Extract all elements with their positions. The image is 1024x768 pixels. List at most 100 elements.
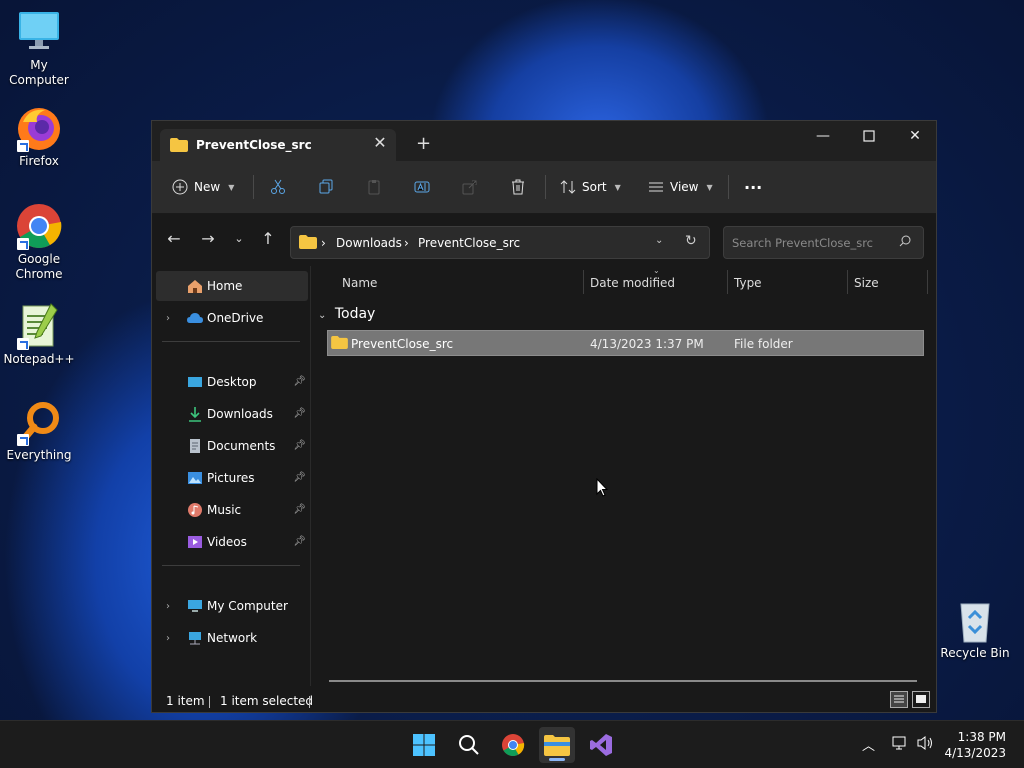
- chevron-down-icon: ⌄: [318, 310, 327, 321]
- desktop-icon-notepadpp[interactable]: Notepad++: [1, 302, 77, 367]
- share-button[interactable]: [462, 173, 478, 201]
- mouse-cursor-icon: [596, 477, 609, 501]
- view-icon: [649, 182, 663, 192]
- view-label: View: [670, 180, 699, 194]
- start-icon[interactable]: [406, 727, 442, 763]
- column-header-date-modified[interactable]: Date modified: [590, 276, 675, 290]
- nav-item-music[interactable]: Music 📌︎: [156, 495, 308, 525]
- new-button[interactable]: New ▼: [172, 173, 234, 201]
- pane-splitter[interactable]: [310, 266, 311, 686]
- file-explorer-window[interactable]: PreventClose_src ✕ + — ✕ New ▼ Sort ▼ Vi…: [151, 120, 937, 713]
- view-button[interactable]: View ▼: [648, 173, 713, 201]
- sort-button[interactable]: Sort ▼: [560, 173, 621, 201]
- search-icon[interactable]: [451, 727, 487, 763]
- rename-button[interactable]: [414, 173, 430, 201]
- column-header-type[interactable]: Type: [734, 276, 762, 290]
- search-input[interactable]: Search PreventClose_src: [723, 226, 924, 259]
- nav-item-pictures[interactable]: Pictures 📌︎: [156, 463, 308, 493]
- chevron-down-icon: ▼: [614, 182, 621, 192]
- column-divider[interactable]: [927, 270, 928, 294]
- desktop-icon-firefox[interactable]: Firefox: [1, 104, 77, 169]
- pin-icon[interactable]: 📌︎: [293, 504, 306, 515]
- search-icon: [899, 235, 911, 250]
- maximize-icon[interactable]: [846, 121, 892, 153]
- file-date: 4/13/2023 1:37 PM: [590, 337, 704, 351]
- close-window-icon[interactable]: ✕: [892, 121, 938, 153]
- divider: [545, 175, 546, 199]
- minimize-icon[interactable]: —: [800, 121, 846, 153]
- close-tab-icon[interactable]: ✕: [372, 135, 388, 151]
- column-divider[interactable]: [583, 270, 584, 294]
- nav-item-documents[interactable]: Documents 📌︎: [156, 431, 308, 461]
- tab-preventclose-src[interactable]: PreventClose_src ✕: [160, 129, 396, 161]
- show-hidden-icons-chevron-icon[interactable]: ︿: [862, 735, 875, 754]
- group-header-today[interactable]: ⌄ Today: [318, 306, 375, 322]
- table-row[interactable]: PreventClose_src 4/13/2023 1:37 PM File …: [327, 330, 924, 356]
- nav-item-network[interactable]: › Network: [156, 623, 308, 653]
- nav-label: Desktop: [207, 375, 257, 389]
- nav-item-desktop[interactable]: Desktop 📌︎: [156, 367, 308, 397]
- breadcrumb-downloads[interactable]: Downloads: [336, 236, 402, 250]
- new-tab-button[interactable]: +: [416, 135, 431, 153]
- pin-icon[interactable]: 📌︎: [293, 408, 306, 419]
- details-view-icon[interactable]: [890, 691, 908, 708]
- pin-icon[interactable]: 📌︎: [293, 472, 306, 483]
- chevron-right-icon[interactable]: ›: [166, 633, 170, 644]
- nav-item-my-computer[interactable]: › My Computer: [156, 591, 308, 621]
- desktop-icon-my-computer[interactable]: My Computer: [1, 8, 77, 88]
- desktop-icon-recycle-bin[interactable]: Recycle Bin: [937, 596, 1013, 661]
- nav-item-onedrive[interactable]: › OneDrive: [156, 303, 308, 333]
- copy-button[interactable]: [318, 173, 334, 201]
- copy-icon: [319, 179, 333, 194]
- cut-button[interactable]: [270, 173, 286, 201]
- document-icon: [187, 438, 203, 454]
- sort-label: Sort: [582, 180, 607, 194]
- more-options-button[interactable]: ···: [744, 173, 762, 201]
- chevron-right-icon[interactable]: ›: [166, 313, 170, 324]
- volume-icon[interactable]: [916, 735, 934, 755]
- system-clock[interactable]: 1:38 PM 4/13/2023: [944, 729, 1006, 761]
- desktop-icon-chrome[interactable]: Google Chrome: [1, 202, 77, 282]
- nav-item-videos[interactable]: Videos 📌︎: [156, 527, 308, 557]
- pin-icon[interactable]: 📌︎: [293, 536, 306, 547]
- firefox-icon: [15, 104, 63, 152]
- up-arrow-icon[interactable]: ↑: [258, 230, 278, 250]
- horizontal-scrollbar[interactable]: [329, 680, 917, 682]
- chevron-right-icon[interactable]: ›: [166, 601, 170, 612]
- nav-item-home[interactable]: Home: [156, 271, 308, 301]
- network-status-icon[interactable]: [892, 735, 908, 755]
- desktop-icon-label: Firefox: [19, 154, 59, 168]
- clock-time: 1:38 PM: [957, 730, 1006, 744]
- address-dropdown-chevron-icon[interactable]: ⌄: [655, 235, 663, 246]
- visual-studio-icon[interactable]: [583, 727, 619, 763]
- paste-button[interactable]: [366, 173, 382, 201]
- nav-item-downloads[interactable]: Downloads 📌︎: [156, 399, 308, 429]
- search-placeholder: Search PreventClose_src: [732, 236, 873, 250]
- forward-arrow-icon[interactable]: →: [198, 230, 218, 250]
- pin-icon[interactable]: 📌︎: [293, 376, 306, 387]
- refresh-icon[interactable]: ↻: [685, 233, 697, 249]
- column-divider[interactable]: [727, 270, 728, 294]
- music-icon: [187, 502, 203, 518]
- group-label: Today: [334, 306, 376, 322]
- column-header-size[interactable]: Size: [854, 276, 879, 290]
- clock-date: 4/13/2023: [944, 746, 1006, 760]
- desktop-icon-everything[interactable]: Everything: [1, 398, 77, 463]
- file-explorer-icon[interactable]: [539, 727, 575, 763]
- chrome-icon[interactable]: [495, 727, 531, 763]
- trash-icon: [512, 179, 524, 195]
- recent-locations-chevron-icon[interactable]: ⌄: [229, 230, 249, 250]
- breadcrumb-preventclose-src[interactable]: PreventClose_src: [418, 236, 520, 250]
- back-arrow-icon[interactable]: ←: [164, 230, 184, 250]
- pin-icon[interactable]: 📌︎: [293, 440, 306, 451]
- column-divider[interactable]: [847, 270, 848, 294]
- title-bar[interactable]: PreventClose_src ✕ + — ✕: [152, 121, 936, 161]
- address-bar[interactable]: › Downloads › PreventClose_src ⌄ ↻: [290, 226, 710, 259]
- column-header-name[interactable]: Name: [342, 276, 377, 290]
- delete-button[interactable]: [510, 173, 526, 201]
- large-icons-view-icon[interactable]: [912, 691, 930, 708]
- monitor-icon: [187, 598, 203, 614]
- shortcut-arrow-icon: [17, 140, 29, 152]
- status-item-count: 1 item: [166, 694, 205, 708]
- status-selected-count: 1 item selected: [220, 694, 314, 708]
